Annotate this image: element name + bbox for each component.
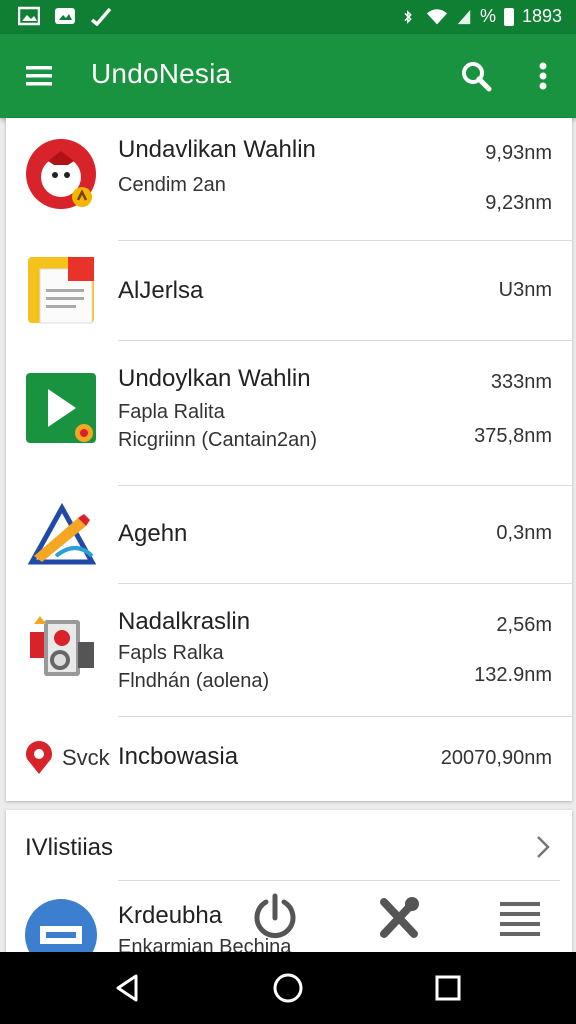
system-nav-bar (0, 952, 576, 1024)
item-value: 333nm (490, 371, 552, 393)
pencil-triangle-icon (27, 502, 97, 565)
item-subtitle: Ricgriinn (Cantain2an) (118, 429, 317, 451)
clock: 1893 (521, 6, 562, 26)
item-value: 0,3nm (496, 522, 552, 544)
item-value: 2,56m (496, 614, 552, 636)
app-bar: UndoNesia (0, 34, 576, 118)
item-title: Agehn (118, 520, 188, 547)
section-title[interactable]: IVlistiias (25, 834, 113, 862)
chevron-right-icon[interactable] (532, 832, 554, 862)
item-value: 9,23nm (485, 192, 552, 214)
bluetooth-icon (404, 9, 412, 24)
list-item[interactable]: Svck Incbowasia 20070,90nm (6, 717, 572, 801)
item-value: 132.9nm (474, 664, 552, 686)
app-list-card: Undavlikan Wahlin Cendim 2an 9,93nm 9,23… (6, 118, 572, 801)
red-mascot-icon (26, 139, 96, 209)
recents-icon[interactable] (428, 968, 468, 1008)
item-title: Undavlikan Wahlin (118, 136, 316, 163)
back-icon[interactable] (108, 968, 148, 1008)
list-item[interactable]: Undoylkan Wahlin Fapla Ralita Ricgriinn … (6, 341, 572, 486)
app-title: UndoNesia (91, 58, 232, 89)
list-icon[interactable] (498, 898, 542, 938)
list-item[interactable]: Undavlikan Wahlin Cendim 2an 9,93nm 9,23… (6, 118, 572, 241)
device-collage-icon (30, 616, 94, 676)
item-title[interactable]: Krdeubha (118, 902, 222, 930)
item-subtitle: Fapla Ralita (118, 401, 225, 423)
wifi-icon (426, 8, 448, 24)
search-icon[interactable] (458, 58, 494, 94)
document-icon (28, 257, 94, 324)
cell-signal-icon (457, 9, 471, 24)
power-icon[interactable] (250, 892, 300, 944)
more-vert-icon[interactable] (530, 58, 556, 94)
item-value: 375,8nm (474, 425, 552, 447)
home-icon[interactable] (268, 968, 308, 1008)
item-value: 9,93nm (485, 142, 552, 164)
play-icon (26, 373, 96, 443)
battery-icon (503, 7, 514, 26)
item-title: AlJerlsa (118, 277, 204, 304)
signal-check-icon (90, 7, 112, 26)
list-item[interactable]: AlJerlsa U3nm (6, 241, 572, 341)
item-prefix: Svck (62, 745, 110, 770)
status-bar: % 1893 (0, 0, 576, 34)
image-icon (18, 6, 40, 26)
item-title: Nadalkraslin (118, 608, 251, 635)
divider (118, 880, 560, 881)
item-title: Incbowasia (118, 743, 239, 770)
list-item[interactable]: Agehn 0,3nm (6, 486, 572, 584)
list-item[interactable]: Nadalkraslin Fapls Ralka Flndhán (aolena… (6, 584, 572, 717)
tools-icon[interactable] (376, 894, 422, 942)
item-value: 20070,90nm (440, 747, 552, 769)
battery-percent: % (479, 6, 496, 26)
menu-icon[interactable] (22, 60, 56, 92)
item-subtitle: Flndhán (aolena) (118, 670, 270, 692)
item-value: U3nm (498, 279, 552, 301)
section-card: IVlistiias Krdeubha Enkarmian Bechina (6, 810, 572, 960)
app-icon (25, 899, 97, 960)
item-subtitle: Fapls Ralka (118, 642, 224, 664)
location-pin-icon (26, 741, 52, 774)
photo-icon (55, 8, 75, 24)
item-title: Undoylkan Wahlin (118, 365, 311, 392)
item-subtitle: Cendim 2an (118, 174, 226, 196)
